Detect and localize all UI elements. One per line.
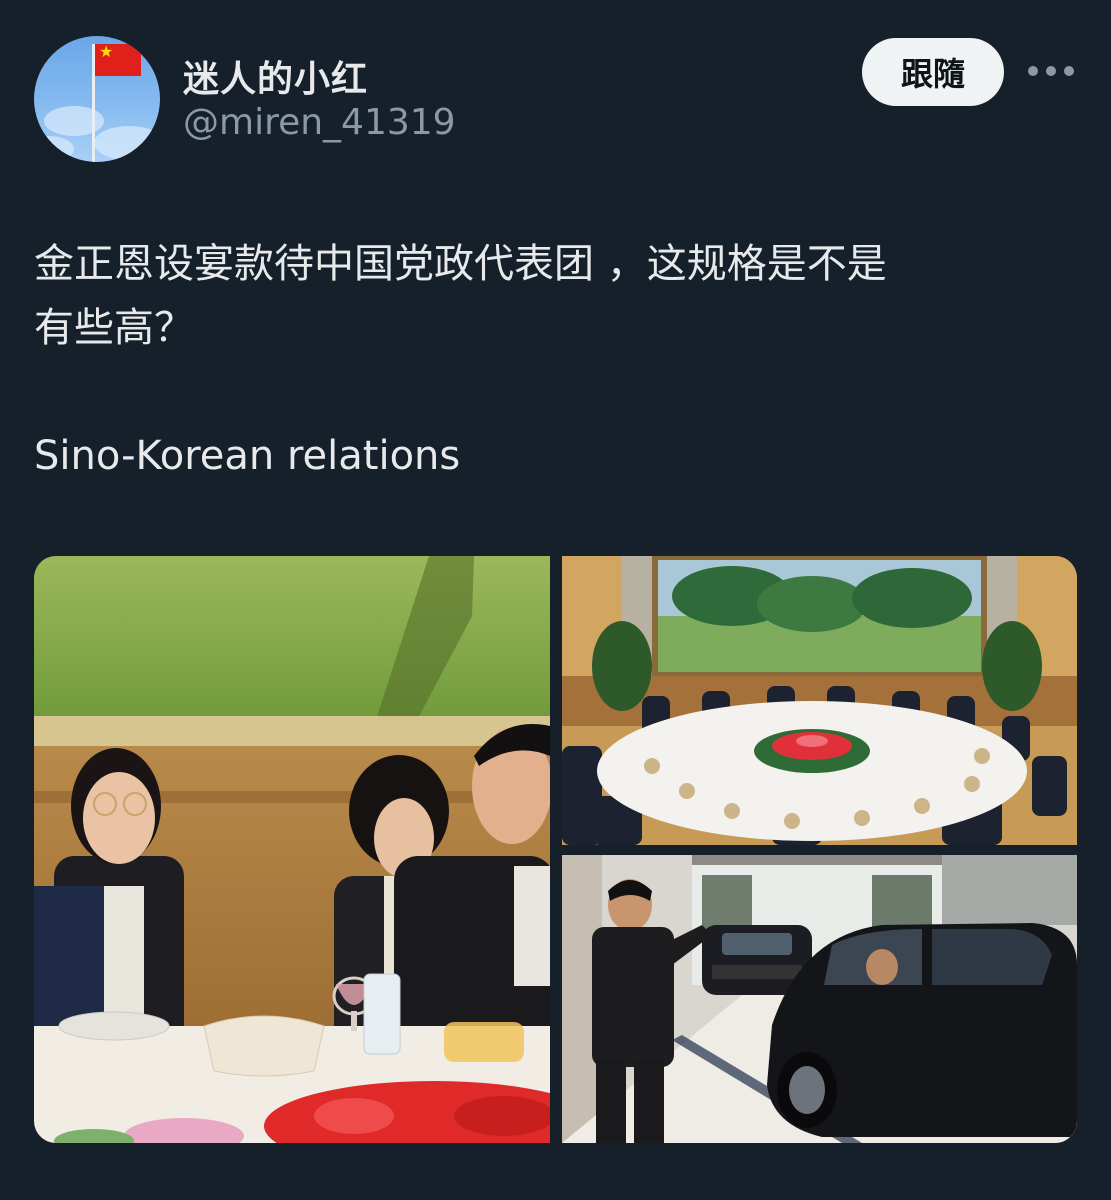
more-options-icon[interactable]: [1028, 56, 1074, 86]
media-photo-banquet-closeup[interactable]: [34, 556, 550, 1143]
follow-button[interactable]: 跟隨: [862, 38, 1004, 106]
user-avatar[interactable]: ★: [34, 36, 160, 162]
post-text-line: 有些高？: [34, 305, 194, 351]
media-grid: [34, 556, 1077, 1143]
tweet-view: ★ 迷人的小红 @miren_41319 跟隨 金正恩设宴款待中国党政代表团 ，…: [0, 0, 1111, 1200]
media-photo-car-arrival[interactable]: [562, 855, 1077, 1143]
user-handle[interactable]: @miren_41319: [183, 102, 456, 143]
post-text-line: Sino-Korean relations: [34, 433, 461, 479]
post-text-line: 金正恩设宴款待中国党政代表团 ，这规格是不是: [34, 241, 887, 287]
chinese-flag-icon: ★: [95, 44, 141, 76]
user-display-name[interactable]: 迷人的小红: [183, 50, 368, 102]
post-text: 金正恩设宴款待中国党政代表团 ，这规格是不是 有些高？ Sino-Korean …: [34, 232, 1074, 488]
media-photo-banquet-hall[interactable]: [562, 556, 1077, 845]
